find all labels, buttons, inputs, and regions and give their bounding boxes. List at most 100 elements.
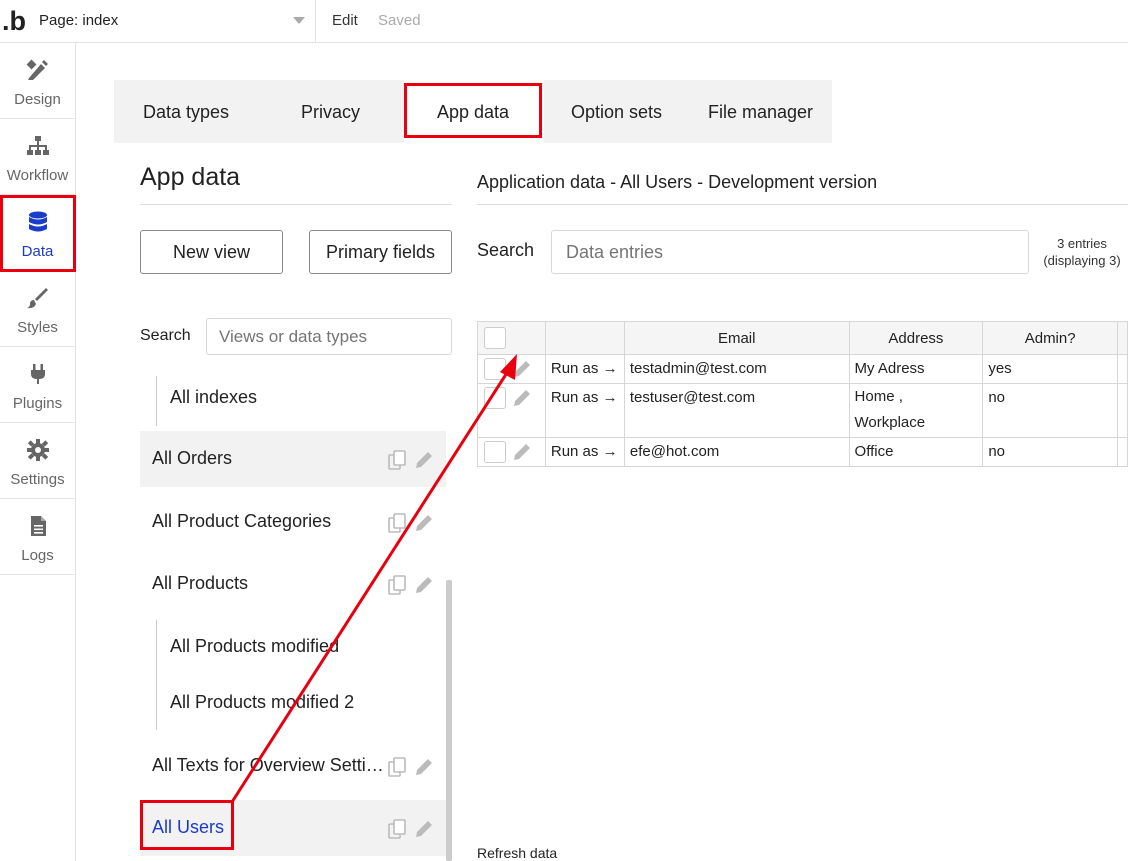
page-selector-label: Page: index — [39, 12, 119, 29]
pencil-icon[interactable] — [414, 513, 434, 533]
table-row: Run as → testuser@test.com Home , Workpl… — [477, 383, 1128, 438]
views-search-input[interactable] — [206, 318, 452, 355]
document-icon — [31, 516, 46, 536]
pencil-icon[interactable] — [414, 575, 434, 595]
plug-icon — [31, 364, 45, 384]
list-item-label: All Orders — [152, 448, 233, 468]
cell-admin: no — [982, 383, 1118, 438]
sidebar-item-label: Design — [14, 91, 61, 108]
pencil-icon[interactable] — [414, 819, 434, 839]
sidebar-item-label: Settings — [10, 471, 65, 488]
cell-admin: no — [982, 437, 1118, 467]
annotation-box-all-users — [140, 800, 234, 850]
sidebar-item-design[interactable]: Design — [0, 43, 75, 119]
top-bar: .b Page: index Edit Saved — [0, 0, 1128, 43]
primary-fields-button[interactable]: Primary fields — [309, 230, 452, 274]
sidebar-item-label: Plugins — [12, 395, 63, 412]
list-item-all-indexes[interactable]: All indexes — [140, 370, 446, 426]
select-all-header — [477, 321, 546, 355]
edit-menu[interactable]: Edit — [332, 12, 358, 29]
select-all-checkbox[interactable] — [484, 327, 506, 349]
column-header-admin[interactable]: Admin? — [982, 321, 1118, 355]
new-view-button[interactable]: New view — [140, 230, 283, 274]
run-as-link[interactable]: Run as → — [544, 383, 625, 438]
entries-count: 3 entries (displaying 3) — [1036, 235, 1128, 269]
pencil-icon[interactable] — [414, 450, 434, 470]
run-as-link[interactable]: Run as → — [544, 437, 625, 467]
bubble-logo[interactable]: .b — [2, 6, 32, 36]
pencil-icon[interactable] — [414, 757, 434, 777]
entries-search-label: Search — [477, 240, 535, 260]
list-item-all-products[interactable]: All Products — [140, 556, 446, 612]
panel-title: App data — [140, 163, 241, 191]
column-header-email[interactable]: Email — [623, 321, 850, 355]
list-item-all-orders[interactable]: All Orders — [140, 431, 446, 487]
list-item-all-texts-for-overview[interactable]: All Texts for Overview Setti… — [140, 738, 446, 794]
tab-data-types[interactable]: Data types — [143, 102, 229, 123]
row-checkbox[interactable] — [484, 387, 506, 409]
row-checkbox[interactable] — [484, 441, 506, 463]
divider — [140, 204, 452, 205]
brush-icon — [27, 288, 48, 309]
pencil-icon[interactable] — [512, 388, 532, 408]
table-row: Run as → testadmin@test.com My Adress ye… — [477, 354, 1128, 384]
cell-email: testuser@test.com — [623, 383, 850, 438]
entries-count-total: 3 entries — [1057, 236, 1107, 251]
sidebar-item-styles[interactable]: Styles — [0, 271, 75, 347]
pencil-icon[interactable] — [512, 442, 532, 462]
list-item-all-product-categories[interactable]: All Product Categories — [140, 494, 446, 550]
cell-address: My Adress — [848, 354, 984, 384]
design-icon — [26, 59, 48, 80]
sidebar-item-logs[interactable]: Logs — [0, 499, 75, 575]
cell-email: efe@hot.com — [623, 437, 850, 467]
list-item-label: All Products — [152, 573, 249, 593]
tab-file-manager[interactable]: File manager — [708, 102, 813, 123]
data-table: Email Address Admin? Run as → testadmin@… — [477, 321, 1128, 467]
list-item-all-products-modified-2[interactable]: All Products modified 2 — [140, 675, 446, 731]
run-as-link[interactable]: Run as → — [544, 354, 625, 384]
refresh-data-link[interactable]: Refresh data — [477, 845, 557, 861]
tab-option-sets[interactable]: Option sets — [571, 102, 662, 123]
row-checkbox[interactable] — [484, 358, 506, 380]
table-header-row: Email Address Admin? — [477, 321, 1128, 355]
saved-status: Saved — [378, 12, 421, 29]
chevron-down-icon — [293, 17, 305, 24]
app-data-title: Application data - All Users - Developme… — [477, 172, 878, 192]
copy-icon[interactable] — [388, 757, 406, 777]
sidebar-item-plugins[interactable]: Plugins — [0, 347, 75, 423]
copy-icon[interactable] — [388, 450, 406, 470]
cell-admin: yes — [982, 354, 1118, 384]
table-row: Run as → efe@hot.com Office no — [477, 437, 1128, 467]
cell-email: testadmin@test.com — [623, 354, 850, 384]
views-scrollbar[interactable] — [446, 580, 452, 861]
copy-icon[interactable] — [388, 513, 406, 533]
sidebar-item-label: Workflow — [6, 167, 69, 184]
workflow-icon — [27, 136, 49, 155]
editor-sidebar: Design Workflow Data Styles Plugins Sett… — [0, 43, 76, 861]
column-header-address[interactable]: Address — [848, 321, 984, 355]
list-item-all-products-modified[interactable]: All Products modified — [140, 619, 446, 675]
views-search-label: Search — [140, 327, 191, 344]
annotation-box-data — [0, 195, 76, 272]
page-selector[interactable]: Page: index — [32, 0, 316, 42]
pencil-icon[interactable] — [512, 359, 532, 379]
list-item-label: All Products modified — [170, 636, 340, 656]
list-item-label: All indexes — [170, 387, 258, 407]
column-header-overflow — [1117, 321, 1128, 355]
cell-address: Home , Workplace — [848, 383, 984, 438]
run-as-header — [544, 321, 625, 355]
list-item-label: All Products modified 2 — [170, 692, 355, 712]
entries-count-displaying: (displaying 3) — [1043, 253, 1121, 268]
divider — [477, 204, 1128, 205]
copy-icon[interactable] — [388, 819, 406, 839]
entries-search-input[interactable] — [551, 230, 1029, 274]
gear-icon — [27, 439, 49, 461]
list-item-label: All Texts for Overview Setti… — [152, 755, 384, 775]
cell-address: Office — [848, 437, 984, 467]
copy-icon[interactable] — [388, 575, 406, 595]
tab-privacy[interactable]: Privacy — [301, 102, 360, 123]
sidebar-item-settings[interactable]: Settings — [0, 423, 75, 499]
sidebar-item-label: Logs — [21, 547, 54, 564]
sidebar-item-workflow[interactable]: Workflow — [0, 119, 75, 195]
list-item-label: All Product Categories — [152, 511, 332, 531]
